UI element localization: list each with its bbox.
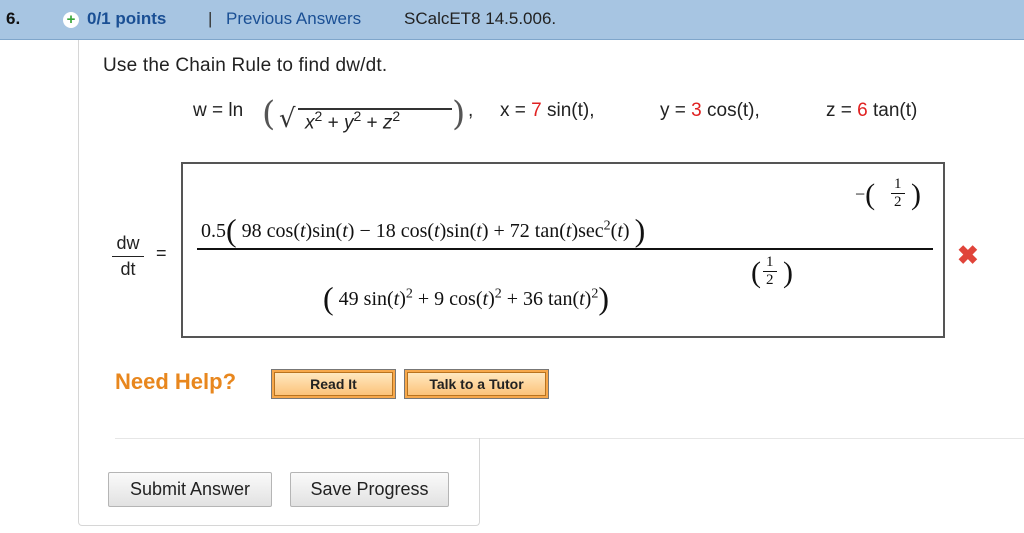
previous-answers-link[interactable]: Previous Answers [226,9,361,29]
w-definition: w = ln [193,100,243,122]
answer-input-box[interactable]: 0.5( 98 cos(t)sin(t) − 18 cos(t)sin(t) +… [181,162,945,338]
w-lhs: w = ln [193,100,244,121]
numerator-exponent-fraction: 12 [891,176,905,211]
denominator-exponent-fraction: 12 [763,254,777,289]
sqrt-icon: √ [279,104,296,134]
x-mark-icon: ✖ [957,240,979,270]
submit-answer-button[interactable]: Submit Answer [108,472,272,507]
y-coefficient: 3 [691,100,702,121]
w-comma: , [468,100,474,121]
points-score: 0/1 points [87,9,167,28]
question-code: SCalcET8 14.5.006. [404,9,557,28]
answer-denominator: ( 49 sin(t)2 + 9 cos(t)2 + 36 tan(t)2) [323,280,609,316]
header-separator: | [208,9,213,28]
x-definition: x = 7 sin(t), [500,100,595,121]
y-definition: y = 3 cos(t), [660,100,760,121]
need-help-label: Need Help? [115,369,237,394]
question-header: 6. + 0/1 points | Previous Answers SCalc… [0,0,1024,40]
ln-close-paren: ) [452,94,466,134]
talk-to-tutor-button[interactable]: Talk to a Tutor [404,369,549,399]
expand-plus-icon[interactable]: + [63,12,79,28]
question-number: 6. [6,9,21,28]
radicand: x2 + y2 + z2 [305,108,401,134]
dw-dt-label: dw dt [112,233,144,280]
equals-sign: = [156,243,167,263]
z-definition: z = 6 tan(t) [826,100,918,121]
ln-open-paren: ( [262,94,276,134]
answer-numerator: 0.5( 98 cos(t)sin(t) − 18 cos(t)sin(t) +… [201,212,646,248]
read-it-button[interactable]: Read It [271,369,396,399]
x-coefficient: 7 [531,100,542,121]
answer-fraction-bar [197,248,933,250]
question-prompt: Use the Chain Rule to find dw/dt. [103,55,388,76]
z-coefficient: 6 [857,100,868,121]
numerator-exponent: −( [855,178,876,211]
save-progress-button[interactable]: Save Progress [290,472,449,507]
